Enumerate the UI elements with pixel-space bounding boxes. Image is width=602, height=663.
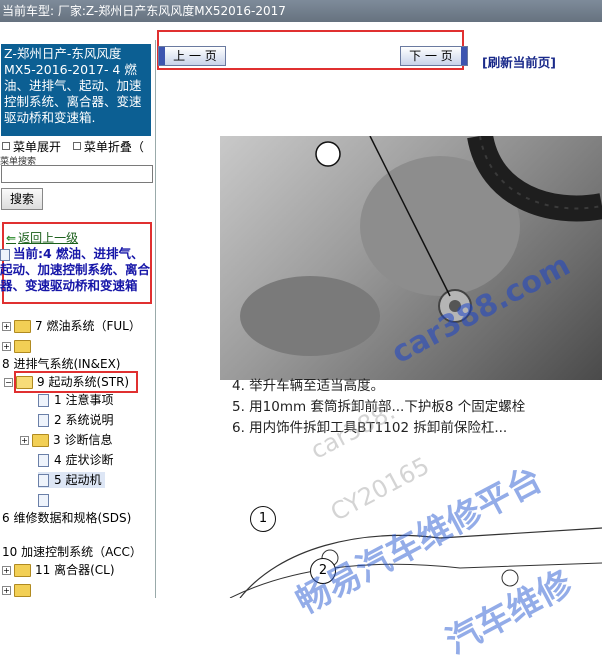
tree-node-label: 1 注意事项 [54,393,114,407]
expand-plus-icon[interactable]: + [2,586,11,595]
tree-node-fuel[interactable]: +7 燃油系统（FUL） [2,318,141,334]
back-link[interactable]: ⇐ 返回上一级 [6,229,78,246]
tree-node-label: 5 起动机 [54,473,102,487]
document-icon [38,394,49,407]
tree-node-label: 4 症状诊断 [54,453,114,467]
step-5: 5. 用10mm 套筒拆卸前部...下护板8 个固定螺栓 [232,399,526,415]
folder-icon [32,434,49,447]
step-6: 6. 用内饰件拆卸工具BT1102 拆卸前保险杠... [232,420,508,436]
tree-leaf-symptom[interactable]: 4 症状诊断 [38,452,113,468]
expand-plus-icon[interactable]: + [2,342,11,351]
folder-icon [14,584,31,597]
open-folder-icon [16,376,33,389]
tree-node-diagnosis[interactable]: +3 诊断信息 [20,432,112,448]
title-bar: 当前车型: 厂家:Z-郑州日产东风风度MX52016-2017 [0,0,602,22]
refresh-page-link[interactable]: [刷新当前页] [482,52,556,71]
document-icon [38,474,49,487]
search-button[interactable]: 搜索 [1,188,43,210]
tree-node-starting-system[interactable]: − 9 起动系统(STR) [4,374,129,390]
menu-toggle-row: 菜单展开 菜单折叠（ [0,138,155,155]
tree-leaf-empty[interactable] [38,492,54,508]
sidebar-title: Z-郑州日产-东风风度MX5-2016-2017- 4 燃油、进排气、起动、加速… [1,44,151,136]
tree-node-intake-exhaust[interactable]: 8 进排气系统(IN&EX) [2,356,121,372]
current-section-text: 当前:4 燃油、进排气、起动、加速控制系统、离合器、变速驱动桥和变速箱 [0,246,151,293]
tree-leaf-precautions[interactable]: 1 注意事项 [38,392,113,408]
step-4: 4. 举升车辆至适当高度。 [232,378,385,394]
expand-plus-icon[interactable]: + [2,566,11,575]
current-section: 当前:4 燃油、进排气、起动、加速控制系统、离合器、变速驱动桥和变速箱 [0,246,152,294]
vehicle-info: 当前车型: 厂家:Z-郑州日产东风风度MX52016-2017 [2,4,286,18]
collapse-minus-icon[interactable]: − [4,378,13,387]
square-icon [72,142,81,150]
content-pane: 上 一 页 下 一 页 [刷新当前页] 4. 举升车辆至适当高度。 5. 用10… [156,30,602,662]
folder-icon [14,340,31,353]
tree-node-label: 8 进排气系统(IN&EX) [2,357,121,371]
folder-icon [14,564,31,577]
tree-node-label: 9 起动系统(STR) [37,375,130,389]
tree-node-label: 6 维修数据和规格(SDS) [2,511,132,525]
tree-leaf-starter-selected[interactable]: 5 起动机 [38,472,106,488]
right-arrow-icon [461,47,467,65]
bumper-diagram: 1 2 [220,488,602,599]
folder-icon [14,320,31,333]
document-icon [38,494,49,507]
back-arrow-icon: ⇐ [6,231,17,245]
tree-node-label: 10 加速控制系统（ACC） [2,545,142,559]
callout-2: 2 [310,558,336,584]
document-icon [38,414,49,427]
starter-motor-photo [220,136,602,380]
tree-node-label: 2 系统说明 [54,413,114,427]
prev-page-button[interactable]: 上 一 页 [158,46,226,66]
prev-page-label: 上 一 页 [173,49,217,63]
tree-leaf-description[interactable]: 2 系统说明 [38,412,113,428]
tree-node-empty-2[interactable]: + [2,582,35,598]
tree-node-clutch[interactable]: +11 离合器(CL) [2,562,115,578]
tree-node-accel[interactable]: 10 加速控制系统（ACC） [2,544,142,560]
engine-photo-illustration [240,136,602,356]
search-input[interactable] [1,165,153,183]
tree-node-sds[interactable]: 6 维修数据和规格(SDS) [2,510,131,526]
document-icon [38,454,49,467]
square-icon [2,142,10,150]
diagram-drawing [229,527,602,599]
sidebar: Z-郑州日产-东风风度MX5-2016-2017- 4 燃油、进排气、起动、加速… [0,40,156,598]
tree-node-label: 3 诊断信息 [53,433,113,447]
back-link-label: 返回上一级 [18,231,79,245]
menu-expand-link[interactable]: 菜单展开 [13,140,61,154]
tree-node-label: 11 离合器(CL) [35,563,115,577]
next-page-button[interactable]: 下 一 页 [400,46,468,66]
tree-node-empty[interactable]: + [2,338,35,354]
tree-node-label: 7 燃油系统（FUL） [35,319,141,333]
menu-collapse-link[interactable]: 菜单折叠（ [84,140,144,154]
expand-plus-icon[interactable]: + [2,322,11,331]
procedure-steps: 4. 举升车辆至适当高度。 5. 用10mm 套筒拆卸前部...下护板8 个固定… [232,376,525,439]
page-icon [0,248,10,261]
callout-1: 1 [250,506,276,532]
expand-plus-icon[interactable]: + [20,436,29,445]
next-page-label: 下 一 页 [409,49,453,63]
left-arrow-icon [159,47,165,65]
